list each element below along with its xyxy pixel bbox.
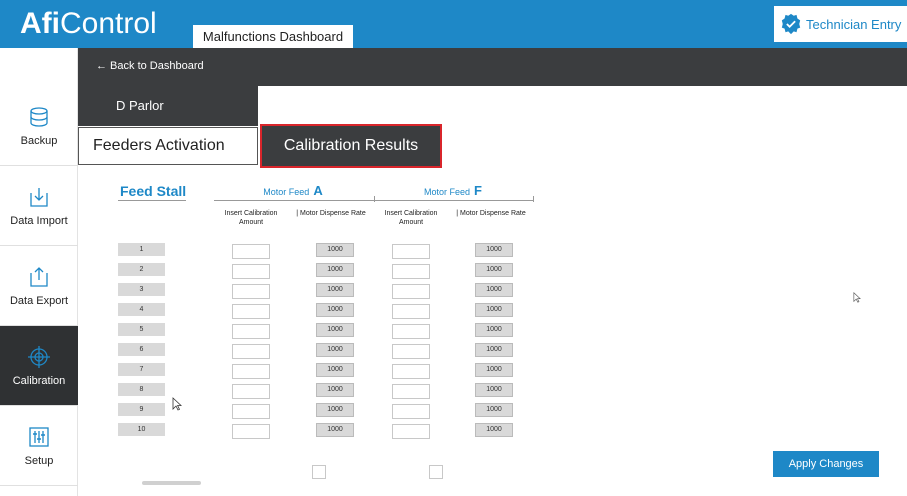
motor-dispense-rate-header-f: | Motor Dispense Rate: [456, 210, 526, 217]
motor-dispense-rate-a: 1000: [316, 323, 354, 337]
stall-number: 5: [118, 323, 165, 336]
motor-dispense-rate-header-a: | Motor Dispense Rate: [296, 210, 366, 217]
stall-number: 6: [118, 343, 165, 356]
stall-number: 4: [118, 303, 165, 316]
horizontal-scrollbar[interactable]: [142, 481, 201, 485]
apply-changes-button[interactable]: Apply Changes: [773, 451, 879, 477]
feed-stall-header: Feed Stall: [120, 183, 187, 199]
stall-number: 10: [118, 423, 165, 436]
stall-number: 3: [118, 283, 165, 296]
motor-dispense-rate-a: 1000: [316, 343, 354, 357]
mouse-cursor-icon: [853, 292, 861, 303]
gear-icon: [781, 13, 801, 35]
motor-dispense-rate-a: 1000: [316, 363, 354, 377]
select-all-checkbox-a[interactable]: [312, 465, 326, 479]
sidebar-item-setup[interactable]: Setup: [0, 406, 78, 486]
motor-dispense-rate-f: 1000: [475, 323, 513, 337]
calibration-amount-input-a[interactable]: [232, 304, 270, 319]
motor-dispense-rate-f: 1000: [475, 363, 513, 377]
calibration-amount-input-f[interactable]: [392, 264, 430, 279]
sidebar-item-label: Backup: [20, 134, 58, 147]
sidebar-item-label: Data Import: [10, 214, 68, 227]
motor-dispense-rate-f: 1000: [475, 423, 513, 437]
calibration-amount-input-a[interactable]: [232, 324, 270, 339]
stall-number: 1: [118, 243, 165, 256]
insert-calibration-header-a: Insert Calibration Amount: [224, 210, 278, 226]
sidebar: Backup Data Import Data Export Calibrati…: [0, 48, 78, 496]
calibration-amount-input-a[interactable]: [232, 264, 270, 279]
stall-number: 2: [118, 263, 165, 276]
malfunctions-dashboard-tab[interactable]: Malfunctions Dashboard: [193, 25, 353, 48]
calibration-amount-input-f[interactable]: [392, 244, 430, 259]
sidebar-item-data-import[interactable]: Data Import: [0, 166, 78, 246]
calibration-amount-input-a[interactable]: [232, 364, 270, 379]
calibration-amount-input-a[interactable]: [232, 284, 270, 299]
calibration-amount-input-a[interactable]: [232, 384, 270, 399]
calibration-amount-input-f[interactable]: [392, 364, 430, 379]
motor-dispense-rate-f: 1000: [475, 403, 513, 417]
app-logo: AfiControl: [20, 7, 157, 40]
motor-dispense-rate-f: 1000: [475, 343, 513, 357]
calibration-amount-input-f[interactable]: [392, 344, 430, 359]
import-icon: [30, 187, 48, 207]
calibration-amount-input-f[interactable]: [392, 324, 430, 339]
sidebar-item-label: Data Export: [9, 294, 69, 307]
sidebar-item-backup[interactable]: Backup: [0, 86, 78, 166]
calibration-amount-input-f[interactable]: [392, 424, 430, 439]
divider: [118, 200, 186, 201]
top-bar: AfiControl Malfunctions Dashboard Techni…: [0, 0, 907, 48]
sub-header-bar: ← Back to Dashboard: [78, 48, 907, 86]
crosshair-icon: [28, 345, 50, 368]
sidebar-item-calibration[interactable]: Calibration: [0, 326, 78, 406]
sidebar-item-label: Setup: [24, 454, 54, 467]
sidebar-item-data-export[interactable]: Data Export: [0, 246, 78, 326]
motor-dispense-rate-f: 1000: [475, 243, 513, 257]
motor-dispense-rate-a: 1000: [316, 283, 354, 297]
select-all-checkbox-f[interactable]: [429, 465, 443, 479]
database-icon: [30, 106, 48, 127]
calibration-amount-input-a[interactable]: [232, 344, 270, 359]
divider: [533, 196, 534, 202]
technician-entry-label: Technician Entry: [806, 16, 902, 32]
stall-number: 7: [118, 363, 165, 376]
stall-number: 8: [118, 383, 165, 396]
motor-dispense-rate-f: 1000: [475, 303, 513, 317]
motor-feed-a-header: Motor Feed A: [263, 183, 323, 198]
motor-dispense-rate-f: 1000: [475, 283, 513, 297]
tab-feeders-activation[interactable]: Feeders Activation: [78, 127, 258, 165]
technician-entry-button[interactable]: Technician Entry: [774, 6, 907, 42]
tab-calibration-results[interactable]: Calibration Results: [260, 124, 442, 168]
parlor-label: D Parlor: [78, 86, 258, 126]
sliders-icon: [29, 426, 49, 447]
calibration-amount-input-a[interactable]: [232, 244, 270, 259]
motor-dispense-rate-a: 1000: [316, 423, 354, 437]
motor-dispense-rate-a: 1000: [316, 243, 354, 257]
motor-dispense-rate-a: 1000: [316, 303, 354, 317]
calibration-amount-input-f[interactable]: [392, 304, 430, 319]
calibration-amount-input-a[interactable]: [232, 404, 270, 419]
mouse-cursor-icon: [172, 397, 182, 411]
motor-feed-f-header: Motor Feed F: [424, 183, 482, 198]
motor-dispense-rate-a: 1000: [316, 403, 354, 417]
calibration-amount-input-a[interactable]: [232, 424, 270, 439]
motor-dispense-rate-a: 1000: [316, 263, 354, 277]
motor-dispense-rate-f: 1000: [475, 263, 513, 277]
motor-dispense-rate-a: 1000: [316, 383, 354, 397]
stall-number: 9: [118, 403, 165, 416]
calibration-amount-input-f[interactable]: [392, 404, 430, 419]
calibration-amount-input-f[interactable]: [392, 284, 430, 299]
motor-dispense-rate-f: 1000: [475, 383, 513, 397]
back-to-dashboard-link[interactable]: ← Back to Dashboard: [96, 60, 204, 72]
export-icon: [30, 266, 48, 287]
calibration-amount-input-f[interactable]: [392, 384, 430, 399]
insert-calibration-header-f: Insert Calibration Amount: [384, 210, 438, 226]
divider: [374, 196, 375, 202]
sidebar-item-label: Calibration: [12, 374, 66, 387]
